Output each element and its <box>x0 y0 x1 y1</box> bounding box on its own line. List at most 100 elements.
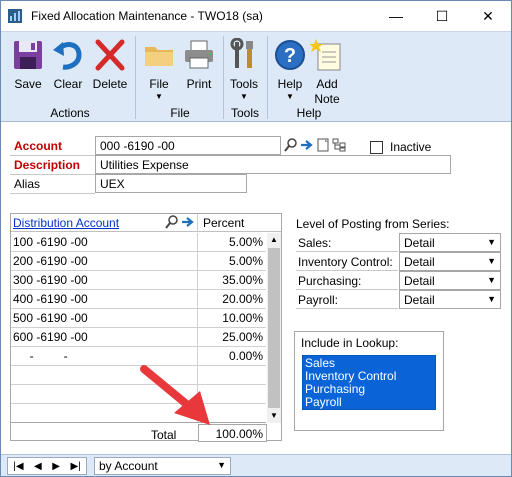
previous-record-icon[interactable]: ◀ <box>34 461 42 472</box>
row-percent: 25.00% <box>222 330 263 344</box>
account-field[interactable]: 000 -6190 -00 <box>95 136 281 155</box>
alias-label: Alias <box>14 177 41 191</box>
posting-payroll-value: Detail <box>404 293 435 307</box>
first-record-icon[interactable]: |◀ <box>13 461 23 472</box>
scroll-up-icon[interactable]: ▲ <box>267 233 281 247</box>
group-label-tools: Tools <box>230 106 259 120</box>
add-note-icon <box>309 39 341 71</box>
row-account: 300 -6190 -00 <box>13 273 88 287</box>
posting-inventory-value: Detail <box>404 255 435 269</box>
new-document-icon[interactable] <box>316 138 330 152</box>
table-row[interactable]: 200 -6190 -00 5.00% <box>11 252 266 271</box>
clear-button[interactable]: Clear <box>51 38 85 92</box>
printer-icon <box>185 40 213 69</box>
fixed-allocation-window: Fixed Allocation Maintenance - TWO18 (sa… <box>0 0 512 477</box>
add-note-label-line1: Add <box>316 77 338 91</box>
row-percent: 0.00% <box>228 349 263 363</box>
label-underline <box>296 270 398 271</box>
percent-column-header: Percent <box>203 216 245 230</box>
table-row[interactable]: 100 -6190 -00 5.00% <box>11 233 266 252</box>
inactive-checkbox[interactable] <box>370 141 383 154</box>
svg-text:?: ? <box>284 45 296 67</box>
posting-purchasing-select[interactable]: Detail ▼ <box>399 271 501 290</box>
arrow-right-icon[interactable] <box>300 138 314 152</box>
include-in-lookup-group: Include in Lookup: Sales Inventory Contr… <box>294 331 444 431</box>
lookup-icon[interactable] <box>165 215 179 229</box>
posting-sales-value: Detail <box>404 236 435 250</box>
annotation-arrow-icon <box>140 365 210 425</box>
group-separator <box>267 36 268 119</box>
delete-x-icon <box>95 39 125 71</box>
table-row[interactable]: 300 -6190 -00 35.00% <box>11 271 266 290</box>
help-icon: ? <box>275 40 305 70</box>
column-divider <box>197 214 198 232</box>
tools-icon <box>230 37 253 68</box>
posting-payroll-select[interactable]: Detail ▼ <box>399 290 501 309</box>
minimize-icon: — <box>389 8 403 24</box>
title-bar: Fixed Allocation Maintenance - TWO18 (sa… <box>1 1 511 31</box>
app-icon <box>8 9 22 23</box>
table-row[interactable]: 400 -6190 -00 20.00% <box>11 290 266 309</box>
help-button[interactable]: ? Help ▼ <box>273 38 307 101</box>
next-record-icon[interactable]: ▶ <box>52 461 60 472</box>
scroll-down-icon[interactable]: ▼ <box>267 409 281 423</box>
alias-field[interactable]: UEX <box>95 174 247 193</box>
row-account: 400 -6190 -00 <box>13 292 88 306</box>
arrow-right-icon[interactable] <box>181 215 195 229</box>
posting-sales-label: Sales: <box>298 236 332 250</box>
table-row[interactable]: 600 -6190 -00 25.00% <box>11 328 266 347</box>
group-separator <box>223 36 224 119</box>
posting-sales-select[interactable]: Detail ▼ <box>399 233 501 252</box>
print-button[interactable]: Print <box>181 38 217 92</box>
sort-order-select[interactable]: by Account ▼ <box>94 457 231 475</box>
maximize-button[interactable]: ☐ <box>419 1 465 31</box>
row-percent: 5.00% <box>228 254 263 268</box>
account-label: Account <box>14 139 62 153</box>
print-label: Print <box>186 77 212 91</box>
help-label: Help <box>277 77 303 91</box>
group-label-actions: Actions <box>50 106 90 120</box>
posting-title: Level of Posting from Series: <box>296 217 450 231</box>
last-record-icon[interactable]: ▶| <box>70 461 80 472</box>
posting-purchasing-label: Purchasing: <box>298 274 362 288</box>
sort-order-value: by Account <box>99 459 158 473</box>
save-icon <box>14 41 42 69</box>
lookup-listbox[interactable]: Sales Inventory Control Purchasing Payro… <box>302 355 436 410</box>
row-account: 600 -6190 -00 <box>13 330 88 344</box>
close-icon: ✕ <box>482 7 494 24</box>
chevron-down-icon: ▼ <box>217 460 226 470</box>
list-item[interactable]: Payroll <box>305 396 433 409</box>
group-separator <box>135 36 136 119</box>
label-underline <box>10 174 95 175</box>
row-percent: 20.00% <box>222 292 263 306</box>
window-title: Fixed Allocation Maintenance - TWO18 (sa… <box>31 9 263 23</box>
lookup-icon[interactable] <box>284 138 298 152</box>
vertical-scrollbar[interactable]: ▲ ▼ <box>267 233 281 423</box>
close-window-button[interactable]: ✕ <box>465 1 511 31</box>
delete-button[interactable]: Delete <box>90 38 130 92</box>
chevron-down-icon: ▼ <box>487 275 496 285</box>
scrollbar-thumb[interactable] <box>268 248 280 408</box>
chevron-down-icon: ▼ <box>487 237 496 247</box>
save-button[interactable]: Save <box>10 38 46 92</box>
minimize-button[interactable]: — <box>373 1 419 31</box>
posting-payroll-label: Payroll: <box>298 293 339 307</box>
file-button[interactable]: File ▼ <box>142 38 176 101</box>
label-underline <box>10 193 95 194</box>
structure-icon[interactable] <box>332 138 346 152</box>
posting-inventory-label: Inventory Control: <box>298 255 393 269</box>
inactive-label: Inactive <box>390 140 432 154</box>
row-percent: 5.00% <box>228 235 263 249</box>
label-underline <box>10 155 95 156</box>
distribution-account-link[interactable]: Distribution Account <box>13 216 119 230</box>
posting-purchasing-value: Detail <box>404 274 435 288</box>
description-field[interactable]: Utilities Expense <box>95 155 451 174</box>
add-note-button[interactable]: Add Note <box>309 38 344 107</box>
posting-inventory-select[interactable]: Detail ▼ <box>399 252 501 271</box>
dropdown-arrow-icon: ▼ <box>240 92 248 101</box>
description-label: Description <box>14 158 81 172</box>
row-account: 500 -6190 -00 <box>13 311 88 325</box>
tools-button[interactable]: Tools ▼ <box>227 37 261 101</box>
table-row[interactable]: 500 -6190 -00 10.00% <box>11 309 266 328</box>
chevron-down-icon: ▼ <box>487 294 496 304</box>
